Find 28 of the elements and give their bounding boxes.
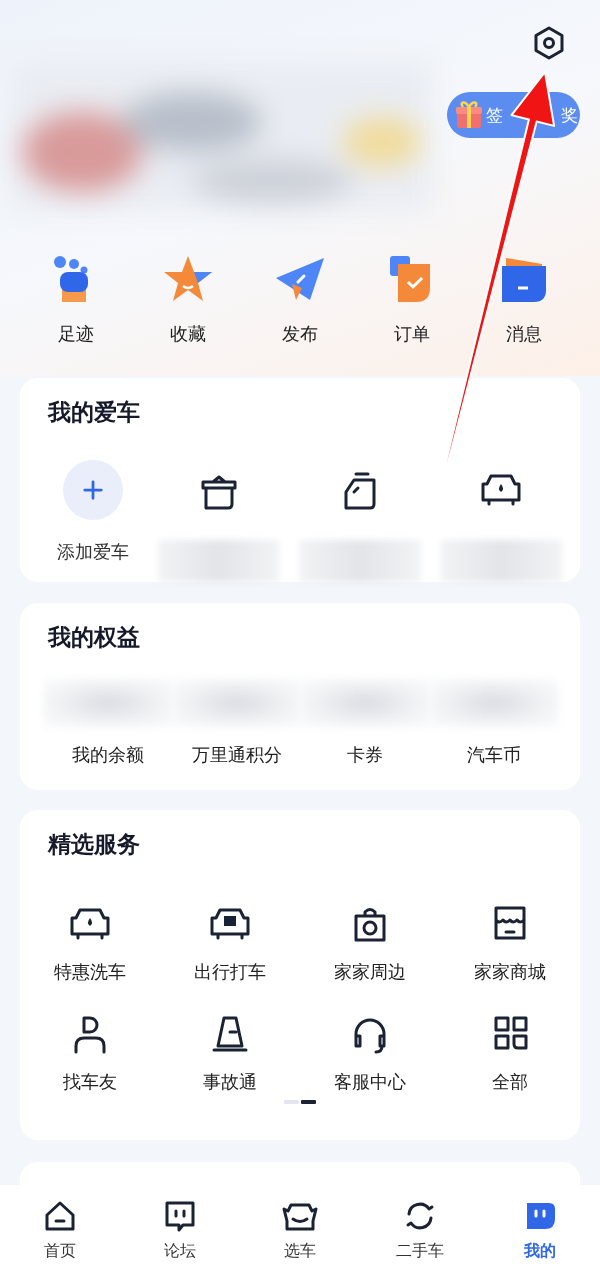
quick-link-label[interactable]: 订单 — [394, 322, 430, 346]
section-title: 精选服务 — [48, 830, 141, 858]
service-label[interactable]: 全部 — [492, 1070, 528, 1094]
quick-link-label[interactable]: 足迹 — [58, 322, 94, 346]
quick-link-label[interactable]: 消息 — [506, 322, 542, 346]
tab-button[interactable]: 我的 — [480, 1185, 600, 1269]
tab-button[interactable]: 首页 — [0, 1185, 120, 1269]
service-label[interactable]: 特惠洗车 — [54, 960, 126, 984]
service-label[interactable]: 事故通 — [203, 1070, 257, 1094]
section-title: 我的爱车 — [48, 398, 141, 426]
service-label[interactable]: 家家商城 — [474, 960, 546, 984]
benefit-label[interactable]: 我的余额 — [72, 743, 145, 767]
tab-button[interactable]: 二手车 — [360, 1185, 480, 1269]
service-label[interactable]: 找车友 — [63, 1070, 117, 1094]
plus-icon — [82, 479, 104, 501]
gift-icon — [455, 100, 483, 130]
tab-button[interactable]: 论坛 — [120, 1185, 240, 1269]
service-label[interactable]: 出行打车 — [194, 960, 266, 984]
add-car-label[interactable]: 添加爱车 — [57, 540, 129, 564]
tab-button[interactable]: 选车 — [240, 1185, 360, 1269]
service-label[interactable]: 家家周边 — [334, 960, 406, 984]
benefit-label[interactable]: 万里通积分 — [191, 743, 282, 767]
quick-link-label[interactable]: 收藏 — [170, 322, 206, 346]
benefit-label[interactable]: 汽车币 — [466, 743, 521, 767]
quick-link-label[interactable]: 发布 — [282, 322, 318, 346]
service-label[interactable]: 客服中心 — [334, 1070, 406, 1094]
benefit-label[interactable]: 卡券 — [347, 743, 384, 767]
section-title: 我的权益 — [48, 623, 141, 651]
